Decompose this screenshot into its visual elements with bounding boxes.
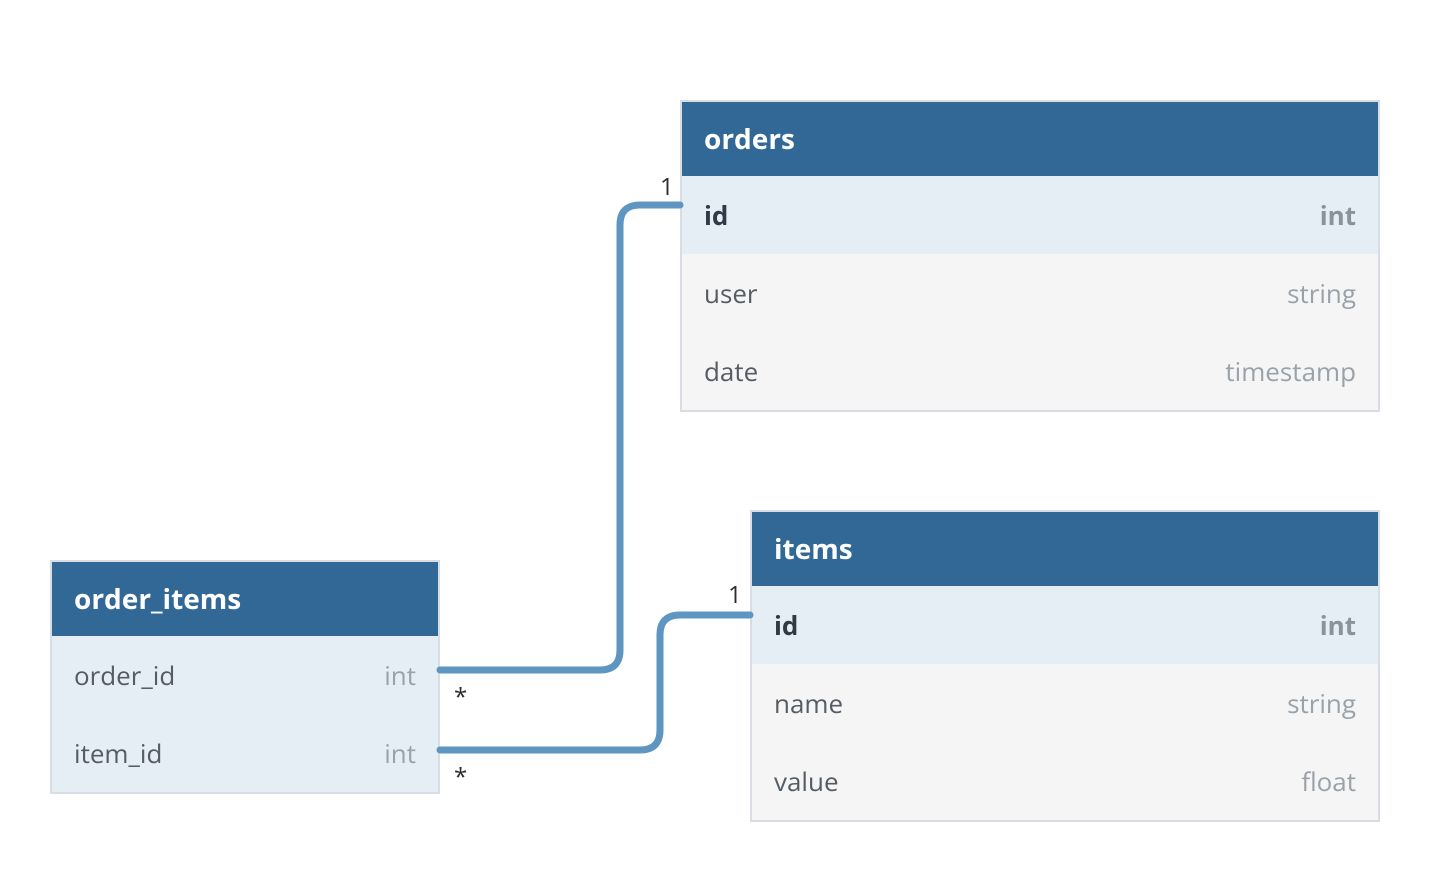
column-name: id xyxy=(774,607,798,643)
cardinality-label: * xyxy=(454,760,467,793)
table-row: date timestamp xyxy=(682,332,1378,410)
relation-orderitems-orders xyxy=(440,205,680,670)
table-order-items[interactable]: order_items order_id int item_id int xyxy=(50,560,440,794)
table-orders[interactable]: orders id int user string date timestamp xyxy=(680,100,1380,412)
column-type: int xyxy=(1320,607,1356,643)
table-row: value float xyxy=(752,742,1378,820)
column-name: id xyxy=(704,197,728,233)
table-row: id int xyxy=(682,176,1378,254)
table-row: order_id int xyxy=(52,636,438,714)
table-header-order-items: order_items xyxy=(52,562,438,636)
table-header-orders: orders xyxy=(682,102,1378,176)
column-type: string xyxy=(1287,275,1356,311)
column-name: user xyxy=(704,275,758,311)
column-name: item_id xyxy=(74,735,162,771)
column-type: float xyxy=(1301,763,1356,799)
cardinality-label: * xyxy=(454,680,467,713)
column-name: name xyxy=(774,685,843,721)
column-name: date xyxy=(704,353,758,389)
cardinality-label: 1 xyxy=(660,170,674,203)
cardinality-label: 1 xyxy=(728,578,742,611)
column-type: int xyxy=(384,657,416,693)
table-items[interactable]: items id int name string value float xyxy=(750,510,1380,822)
column-name: order_id xyxy=(74,657,175,693)
table-header-items: items xyxy=(752,512,1378,586)
column-type: int xyxy=(1320,197,1356,233)
table-row: item_id int xyxy=(52,714,438,792)
column-name: value xyxy=(774,763,839,799)
table-row: id int xyxy=(752,586,1378,664)
column-type: string xyxy=(1287,685,1356,721)
relation-orderitems-items xyxy=(440,615,750,750)
table-row: name string xyxy=(752,664,1378,742)
table-row: user string xyxy=(682,254,1378,332)
column-type: int xyxy=(384,735,416,771)
column-type: timestamp xyxy=(1225,353,1356,389)
